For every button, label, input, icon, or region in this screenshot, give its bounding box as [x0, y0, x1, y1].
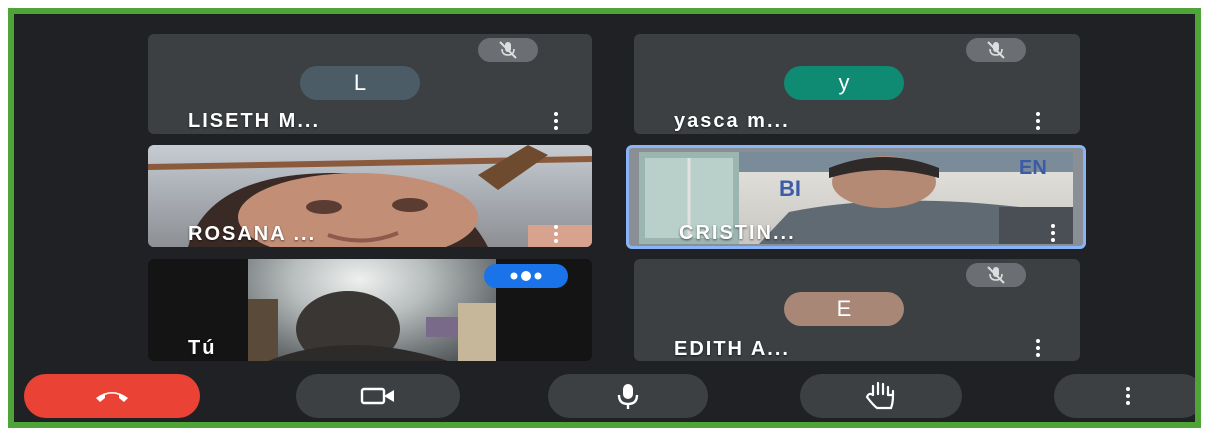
- mic-icon: [617, 384, 639, 409]
- avatar: y: [784, 66, 904, 100]
- self-video: [248, 259, 496, 361]
- raise-hand-icon: [865, 381, 895, 410]
- participant-name: ROSANA ...: [188, 223, 317, 245]
- participant-tile-yasca[interactable]: y yasca m...: [634, 34, 1080, 134]
- participant-name: CRISTIN...: [679, 222, 796, 244]
- hangup-button[interactable]: [24, 374, 200, 418]
- videocam-icon: [360, 387, 394, 405]
- more-vert-icon[interactable]: [1036, 112, 1040, 132]
- mic-off-icon: [966, 263, 1026, 287]
- more-vert-icon[interactable]: [1051, 224, 1055, 244]
- more-options-button[interactable]: [1054, 374, 1195, 418]
- more-vert-icon[interactable]: [554, 112, 558, 132]
- camera-button[interactable]: [296, 374, 460, 418]
- mic-off-icon: [478, 38, 538, 62]
- participant-name: LISETH M...: [188, 110, 320, 132]
- more-vert-icon[interactable]: [1036, 339, 1040, 359]
- avatar: L: [300, 66, 420, 100]
- participant-name: EDITH A...: [674, 338, 790, 360]
- more-vert-icon[interactable]: [554, 225, 558, 245]
- mic-button[interactable]: [548, 374, 708, 418]
- participant-tile-liseth[interactable]: L LISETH M...: [148, 34, 592, 134]
- participant-name: yasca m...: [674, 110, 790, 132]
- participant-tile-self[interactable]: Tú: [148, 259, 592, 361]
- participant-tile-cristin[interactable]: BI EN CRISTIN...: [626, 145, 1086, 249]
- svg-text:EN: EN: [1019, 157, 1047, 179]
- avatar: E: [784, 292, 904, 326]
- participant-tile-edith[interactable]: E EDITH A...: [634, 259, 1080, 361]
- raise-hand-button[interactable]: [800, 374, 962, 418]
- mic-off-icon: [966, 38, 1026, 62]
- svg-text:BI: BI: [779, 176, 801, 201]
- speaking-dots-icon: [484, 264, 568, 288]
- more-vert-icon: [1126, 387, 1130, 407]
- participant-name: Tú: [188, 337, 217, 359]
- meeting-screen: L LISETH M... y yasca m... ROSANA ... BI…: [14, 14, 1195, 422]
- participant-tile-rosana[interactable]: ROSANA ...: [148, 145, 592, 247]
- call-end-icon: [96, 392, 128, 402]
